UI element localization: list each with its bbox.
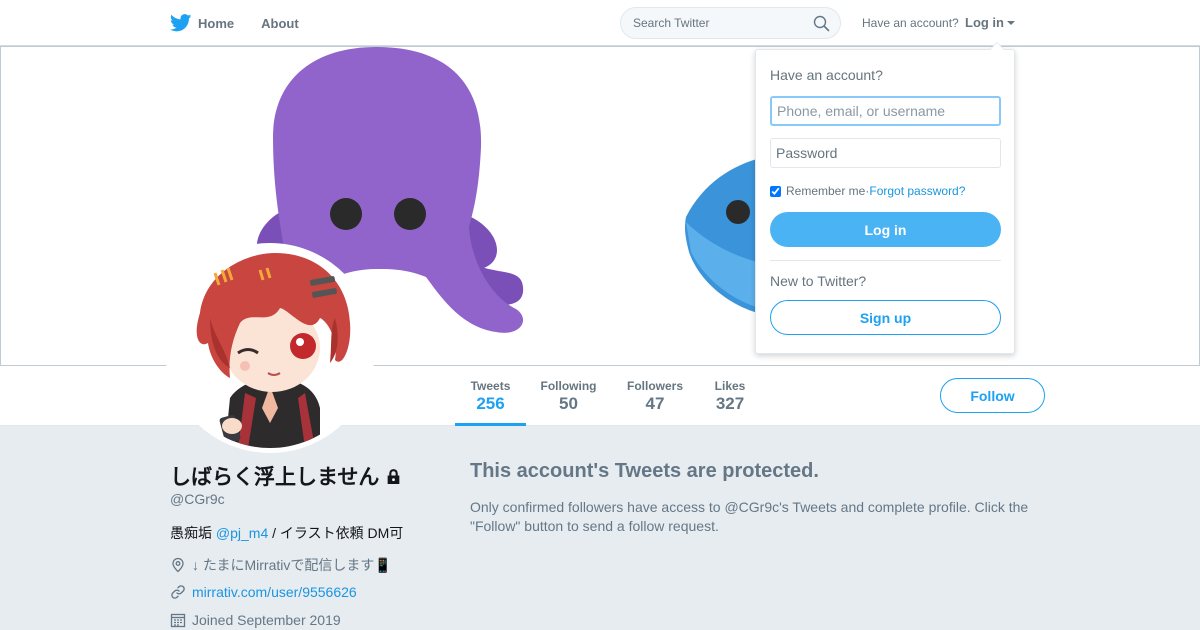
forgot-password-link[interactable]: Forgot password?: [869, 184, 965, 198]
profile-location: ↓ たまにMirrativで配信します📱: [170, 555, 392, 575]
login-toggle-label: Log in: [965, 15, 1004, 30]
location-icon: [172, 557, 184, 573]
stat-following-value: 50: [559, 394, 578, 413]
profile-url: mirrativ.com/user/9556626: [170, 584, 357, 600]
login-button[interactable]: Log in: [770, 212, 1001, 247]
login-dropdown: Have an account? Remember me · Forgot pa…: [755, 42, 1015, 354]
login-dropdown-toggle[interactable]: Log in: [965, 15, 1015, 30]
display-name: しばらく浮上しません: [170, 461, 402, 491]
stat-likes[interactable]: Likes 327: [710, 366, 750, 426]
stat-tweets-value: 256: [476, 394, 505, 413]
stat-likes-value: 327: [715, 394, 745, 413]
profile-bio: 愚痴垢 @pj_m4 / イラスト依頼 DM可: [170, 523, 403, 543]
calendar-icon: [170, 613, 186, 628]
bio-mention-link[interactable]: @pj_m4: [216, 525, 268, 541]
stat-following-label: Following: [540, 379, 597, 393]
stat-tweets[interactable]: Tweets 256: [455, 366, 526, 426]
nav-about-link[interactable]: About: [261, 16, 299, 31]
nav-left: Home About: [170, 0, 326, 46]
search-icon[interactable]: [813, 15, 830, 32]
remember-label: Remember me: [786, 184, 866, 198]
stat-tweets-label: Tweets: [470, 379, 511, 393]
search-input[interactable]: [633, 16, 803, 30]
location-text: ↓ たまにMirrativで配信します📱: [192, 557, 392, 573]
follow-button[interactable]: Follow: [940, 378, 1045, 413]
account-question: Have an account?: [862, 16, 959, 30]
bio-prefix: 愚痴垢: [170, 525, 216, 541]
avatar[interactable]: [165, 243, 375, 453]
stat-likes-label: Likes: [714, 379, 746, 393]
stat-followers[interactable]: Followers 47: [623, 366, 687, 426]
dropdown-divider: [770, 260, 1001, 261]
stat-followers-label: Followers: [626, 379, 683, 393]
remember-me-checkbox[interactable]: [770, 185, 781, 197]
twitter-bird-icon: [170, 14, 192, 32]
dropdown-title: Have an account?: [770, 67, 883, 83]
remember-row: Remember me · Forgot password?: [770, 184, 965, 198]
nav-home-label: Home: [198, 15, 235, 31]
profile-joined: Joined September 2019: [170, 612, 341, 628]
signup-button[interactable]: Sign up: [770, 300, 1001, 335]
profile-handle: @CGr9c: [170, 491, 225, 507]
display-name-text: しばらく浮上しません: [170, 466, 380, 489]
caret-down-icon: [1007, 20, 1015, 25]
new-to-twitter: New to Twitter?: [770, 273, 867, 289]
joined-text: Joined September 2019: [192, 612, 341, 628]
top-nav: Home About Have an account? Log in: [0, 0, 1200, 46]
lock-icon: [388, 468, 400, 484]
stat-following[interactable]: Following 50: [537, 366, 600, 426]
username-input[interactable]: [770, 96, 1001, 126]
protected-description: Only confirmed followers have access to …: [470, 499, 1029, 534]
nav-home-link[interactable]: Home: [170, 14, 234, 32]
protected-title: This account's Tweets are protected.: [470, 460, 819, 482]
bio-suffix: / イラスト依頼 DM可: [268, 525, 404, 541]
link-icon: [171, 585, 185, 599]
avatar-illustration: [170, 248, 370, 448]
profile-url-link[interactable]: mirrativ.com/user/9556626: [192, 584, 357, 600]
stat-followers-value: 47: [645, 394, 665, 413]
search-box: [620, 7, 841, 39]
password-input[interactable]: [770, 138, 1001, 168]
